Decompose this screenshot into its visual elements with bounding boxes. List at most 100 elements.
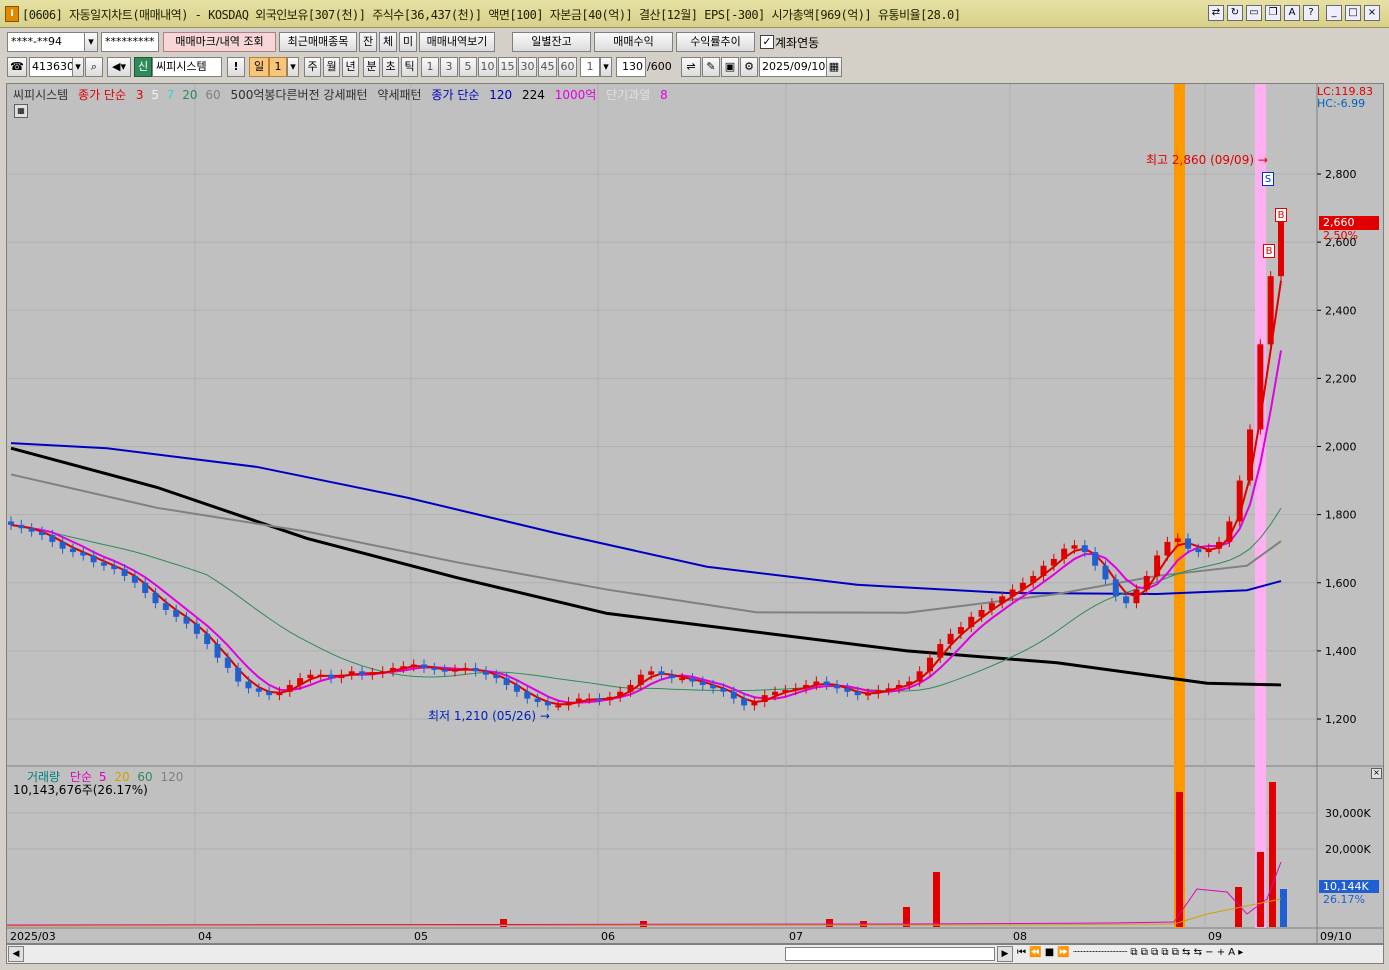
stock-name-field[interactable]: 씨피시스템 <box>152 57 222 77</box>
chart-scrollbar[interactable]: ◀ ▶ ⏮ ⏪ ■ ⏩ ┈┈┈┈┈┈┈┈┈ ⧉ ⧉ ⧉ ⧉ ⧉ ⇆ ⇆ − + … <box>6 944 1384 964</box>
candle-body <box>49 535 56 542</box>
trade-profit-button[interactable]: 매매수익 <box>594 32 673 52</box>
help-icon[interactable]: ? <box>1303 5 1319 21</box>
candle-body <box>575 698 582 702</box>
screen-icon[interactable]: ▭ <box>1246 5 1262 21</box>
gear-icon[interactable]: ⚙ <box>740 57 758 77</box>
candle-body <box>586 698 593 701</box>
window-title: [0606] 자동일지차트(매매내역) - KOSDAQ 외국인보유[307(천… <box>22 8 961 22</box>
candle-body <box>1019 582 1026 590</box>
account-dropdown-icon[interactable]: ▾ <box>84 32 98 52</box>
chart-panel[interactable]: 2,800 2,600 2,400 2,200 2,000 1,800 1,600 1,400… <box>6 83 1384 944</box>
buy-mark[interactable]: B <box>1263 244 1275 258</box>
recent-stocks-button[interactable]: 최근매매종목 <box>279 32 357 52</box>
period-tick-button[interactable]: 틱 <box>401 57 418 77</box>
volume-bar <box>1176 792 1183 927</box>
legend-ma60: 60 <box>205 88 221 102</box>
code-dropdown-icon[interactable]: ▾ <box>72 57 84 77</box>
volume-bar <box>826 919 833 927</box>
candle-body <box>1267 276 1274 345</box>
link-icon[interactable]: ⇄ <box>1208 5 1224 21</box>
legend-short-term-value: 8 <box>660 88 668 102</box>
interval-button[interactable]: 10 <box>478 57 497 77</box>
period-dropdown-icon[interactable]: ▾ <box>287 57 299 77</box>
candle-body <box>555 705 562 708</box>
buy-mark[interactable]: B <box>1275 208 1287 222</box>
calendar-icon[interactable]: ▦ <box>826 57 842 77</box>
executed-button[interactable]: 체 <box>379 32 397 52</box>
interval-dropdown-icon[interactable]: ▾ <box>600 57 612 77</box>
candle-body <box>441 669 448 672</box>
phone-icon[interactable]: ☎ <box>7 57 27 77</box>
candle-body <box>131 575 138 583</box>
stock-code-input[interactable]: 413630 <box>29 57 73 77</box>
price-chart[interactable]: 2,8002,6002,4002,2002,0001,8001,6001,400… <box>7 84 1383 943</box>
interval-button[interactable]: 30 <box>518 57 537 77</box>
candle-body <box>1081 545 1088 553</box>
candle-body <box>844 688 851 692</box>
interval-button[interactable]: 15 <box>498 57 517 77</box>
candle-body <box>328 674 335 679</box>
sell-mark[interactable]: S <box>1262 172 1274 186</box>
period-monthly-button[interactable]: 월 <box>323 57 340 77</box>
tools-icon[interactable]: ✎ <box>702 57 720 77</box>
scroll-thumb[interactable] <box>785 947 995 961</box>
copy-icon[interactable]: ❐ <box>1265 5 1281 21</box>
candle-body <box>741 698 748 706</box>
refresh-icon[interactable]: ↻ <box>1227 5 1243 21</box>
maximize-button[interactable]: □ <box>1345 5 1361 21</box>
alert-icon[interactable]: ! <box>227 57 245 77</box>
unfilled-button[interactable]: 미 <box>399 32 417 52</box>
period-weekly-button[interactable]: 주 <box>304 57 321 77</box>
candle-body <box>482 671 489 675</box>
period-yearly-button[interactable]: 년 <box>342 57 359 77</box>
minimize-button[interactable]: _ <box>1326 5 1342 21</box>
playback-controls[interactable]: ⏮ ⏪ ■ ⏩ ┈┈┈┈┈┈┈┈┈ ⧉ ⧉ ⧉ ⧉ ⧉ ⇆ ⇆ − + A ▸ <box>1017 947 1243 958</box>
close-icon[interactable]: × <box>1371 768 1382 779</box>
main-legend: 씨피시스템 종가 단순 3 5 7 20 60 500억봉다른버전 강세패턴 약… <box>13 86 674 102</box>
candle-body <box>111 565 118 570</box>
interval-button[interactable]: 3 <box>440 57 458 77</box>
daily-balance-button[interactable]: 일별잔고 <box>512 32 591 52</box>
period-minute-button[interactable]: 분 <box>363 57 380 77</box>
scroll-left-icon[interactable]: ◀ <box>8 946 24 962</box>
search-icon[interactable]: ⌕ <box>85 57 103 77</box>
legend-ma3: 3 <box>135 88 144 102</box>
trade-marks-button[interactable]: 매매마크/내역 조회 <box>163 32 276 52</box>
period-count-field[interactable]: 1 <box>269 57 287 77</box>
interval-button[interactable]: 1 <box>421 57 439 77</box>
return-trend-button[interactable]: 수익률추이 <box>676 32 755 52</box>
bars-count-input[interactable]: 130 <box>616 57 646 77</box>
period-daily-button[interactable]: 일 <box>249 57 269 77</box>
period-second-button[interactable]: 초 <box>382 57 399 77</box>
price-tick-label: 2,200 <box>1325 372 1357 385</box>
price-tick-label: 1,200 <box>1325 713 1357 726</box>
candle-body <box>317 674 324 677</box>
font-icon[interactable]: A <box>1284 5 1300 21</box>
speaker-icon[interactable]: ◀▾ <box>107 57 131 77</box>
scroll-right-icon[interactable]: ▶ <box>997 946 1013 962</box>
account-input[interactable]: ****-**94 <box>7 32 85 52</box>
password-input[interactable]: ********* <box>101 32 159 52</box>
date-label: 09 <box>1208 930 1222 943</box>
interval-button[interactable]: 45 <box>538 57 557 77</box>
chart-settings-icon[interactable]: ⇌ <box>681 57 701 77</box>
table-icon[interactable]: ▦ <box>14 104 28 118</box>
balance-button[interactable]: 잔 <box>359 32 377 52</box>
account-link-checkbox[interactable]: ✓ <box>760 35 774 49</box>
candle-body <box>379 671 386 674</box>
interval-count-field[interactable]: 1 <box>580 57 600 77</box>
save-icon[interactable]: ▣ <box>721 57 739 77</box>
trade-history-button[interactable]: 매매내역보기 <box>419 32 495 52</box>
candle-body <box>926 657 933 672</box>
candle-body <box>761 695 768 702</box>
candle-body <box>286 684 293 692</box>
candle-body <box>637 674 644 685</box>
date-input[interactable]: 2025/09/10 <box>759 57 827 77</box>
interval-button[interactable]: 5 <box>459 57 477 77</box>
interval-button[interactable]: 60 <box>558 57 577 77</box>
candle-body <box>720 688 727 692</box>
close-button[interactable]: × <box>1364 5 1380 21</box>
candle-body <box>679 678 686 681</box>
candle-body <box>1247 429 1254 481</box>
